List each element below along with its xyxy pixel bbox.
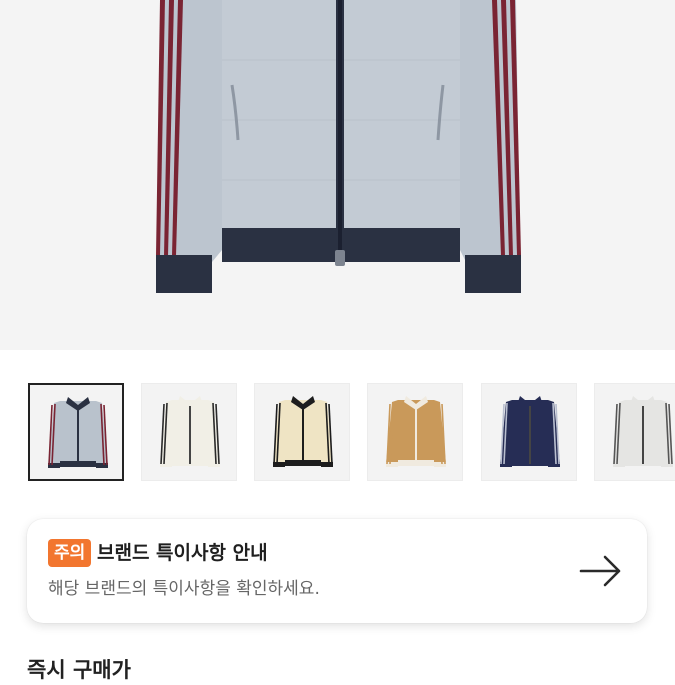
tan-jacket-icon [386,396,446,467]
jacket-illustration [156,0,521,293]
thumbnail-3[interactable] [367,383,463,481]
product-main-image[interactable] [0,0,675,350]
navy-jacket-icon [500,396,560,467]
thumbnail-5[interactable] [594,383,675,481]
thumbnail-strip [0,383,675,485]
notice-subtitle: 해당 브랜드의 특이사항을 확인하세요. [48,579,320,599]
thumbnail-1[interactable] [141,383,237,481]
brand-notice-card[interactable]: 주의 브랜드 특이사항 안내 해당 브랜드의 특이사항을 확인하세요. [27,519,647,623]
off-white-jacket-icon [160,396,220,467]
thumbnail-0[interactable] [28,383,124,481]
grey-jacket-icon [613,396,673,467]
instant-price-heading: 즉시 구매가 [27,658,131,682]
arrow-right-icon[interactable] [575,551,627,591]
light-blue-jacket-icon [48,397,108,468]
caution-badge: 주의 [48,539,92,567]
cream-black-jacket-icon [273,396,333,467]
thumbnail-4[interactable] [481,383,577,481]
notice-title: 브랜드 특이사항 안내 [97,542,268,564]
thumbnail-2[interactable] [254,383,350,481]
